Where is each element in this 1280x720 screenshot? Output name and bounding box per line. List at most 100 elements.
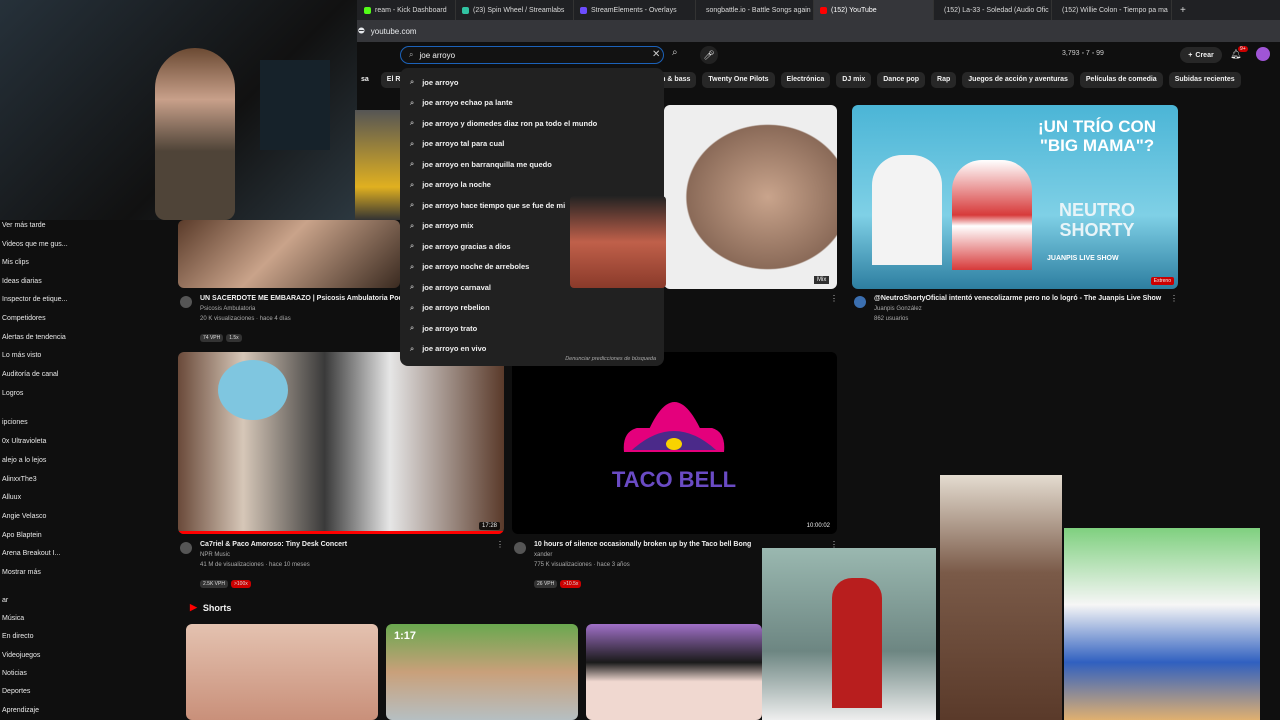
search-suggestion[interactable]: ⌕ joe arroyo echao pa lante: [400, 93, 664, 114]
sidebar-item[interactable]: Lo más visto: [2, 348, 41, 362]
video-channel-3[interactable]: NPR Music: [200, 552, 230, 558]
video-thumbnail-1[interactable]: [178, 220, 400, 288]
video-channel-4[interactable]: xander: [534, 552, 552, 558]
video-title-4[interactable]: 10 hours of silence occasionally broken …: [534, 541, 751, 548]
sidebar-item[interactable]: Videojuegos: [2, 648, 40, 662]
channel-avatar[interactable]: [180, 296, 192, 308]
thumbnail-overlay-text-3: JUANPIS LIVE SHOW: [1047, 255, 1119, 262]
search-suggestion[interactable]: ⌕ joe arroyo trato: [400, 318, 664, 339]
address-text[interactable]: youtube.com: [371, 27, 417, 36]
filter-chip[interactable]: Películas de comedia: [1079, 72, 1163, 88]
sidebar-item[interactable]: ar: [2, 593, 8, 607]
streamer-figure: [155, 48, 235, 220]
sidebar-item[interactable]: Logros: [2, 386, 23, 400]
sidebar-item[interactable]: Auditoría de canal: [2, 367, 58, 381]
create-button[interactable]: + Crear: [1180, 47, 1222, 63]
sidebar-item[interactable]: Arena Breakout I...: [2, 546, 60, 560]
sidebar-item[interactable]: Angie Velasco: [2, 509, 46, 523]
filter-chip[interactable]: Subidas recientes: [1168, 72, 1241, 88]
video-title-2[interactable]: @NeutroShortyOficial intentó venecolizar…: [874, 295, 1161, 302]
video-channel-2[interactable]: Juanpis González: [874, 306, 922, 312]
filter-chip[interactable]: Juegos de acción y aventuras: [962, 72, 1074, 88]
channel-avatar[interactable]: [854, 296, 866, 308]
browser-tab[interactable]: ream - Kick Dashboard: [358, 0, 456, 20]
filter-chip[interactable]: sa: [355, 72, 375, 88]
sidebar-item[interactable]: 0x Ultravioleta: [2, 434, 46, 448]
search-suggestion[interactable]: ⌕ joe arroyo tal para cual: [400, 134, 664, 155]
taco-bell-logo-icon: TACO BELL: [612, 402, 736, 492]
sidebar-item-label: Alertas de tendencia: [2, 333, 66, 341]
sidebar-item[interactable]: Alluux: [2, 490, 21, 504]
sidebar-item[interactable]: En directo: [2, 629, 34, 643]
more-options-icon[interactable]: ⋮: [830, 294, 838, 303]
suggestion-label: joe arroyo la noche: [422, 180, 491, 190]
shorts-section-title: ▶ Shorts: [190, 602, 232, 613]
browser-tab[interactable]: (152) Willie Colon - Tiempo pa ma: [1052, 0, 1172, 20]
filter-chip[interactable]: Rap: [931, 72, 957, 88]
sidebar-item-label: Arena Breakout I...: [2, 549, 61, 557]
search-suggestion[interactable]: ⌕ joe arroyo: [400, 72, 664, 93]
sidebar-item[interactable]: Mostrar más: [2, 565, 41, 579]
video-thumbnail-4[interactable]: TACO BELL 10:00:02: [512, 352, 837, 534]
short-thumbnail-2[interactable]: 1:17: [386, 624, 578, 720]
search-suggestion[interactable]: ⌕ joe arroyo rebelion: [400, 298, 664, 319]
video-title-3[interactable]: Ca7riel & Paco Amoroso: Tiny Desk Concer…: [200, 541, 347, 548]
video-thumbnail-3[interactable]: 17:28: [178, 352, 504, 534]
video-channel-1[interactable]: Psicosis Ambulatoria: [200, 306, 255, 312]
sidebar-item[interactable]: Ideas diarias: [2, 274, 42, 288]
more-options-icon[interactable]: ⋮: [1170, 294, 1178, 303]
sidebar-item[interactable]: AlinxxThe3: [2, 472, 37, 486]
short-thumbnail-1[interactable]: [186, 624, 378, 720]
sidebar-item-label: Mostrar más: [2, 568, 41, 576]
more-options-icon[interactable]: ⋮: [496, 540, 504, 549]
video-thumbnail-mix[interactable]: [664, 105, 837, 289]
sidebar-item[interactable]: alejo a lo lejos: [2, 453, 46, 467]
search-suggestion[interactable]: ⌕ joe arroyo la noche: [400, 175, 664, 196]
video-title-1[interactable]: UN SACERDOTE ME EMBARAZO | Psicosis Ambu…: [200, 295, 403, 302]
browser-tab[interactable]: StreamElements - Overlays: [574, 0, 696, 20]
sidebar-item-label: Alluux: [2, 493, 22, 501]
avatar[interactable]: [1256, 47, 1270, 61]
sidebar-item-label: ar: [2, 596, 9, 604]
browser-tab[interactable]: (23) Spin Wheel / Streamlabs: [456, 0, 574, 20]
sidebar-item[interactable]: ipciones: [2, 415, 28, 429]
sidebar-item[interactable]: Apo Blaptein: [2, 528, 42, 542]
search-suggestion[interactable]: ⌕ joe arroyo y diomedes diaz ron pa todo …: [400, 113, 664, 134]
video-badges-3: 2.5K VPH >100x: [200, 572, 254, 590]
sidebar-item[interactable]: Deportes: [2, 684, 30, 698]
clear-search-icon[interactable]: ✕: [652, 49, 660, 60]
browser-tab[interactable]: songbattle.io - Battle Songs again: [696, 0, 814, 20]
search-suggestion[interactable]: ⌕ joe arroyo en barranquilla me quedo: [400, 154, 664, 175]
suggestion-label: joe arroyo: [422, 77, 459, 87]
premiere-badge: Estreno: [1150, 277, 1174, 285]
sidebar-item[interactable]: Competidores: [2, 311, 46, 325]
sidebar-item[interactable]: Alertas de tendencia: [2, 330, 66, 344]
search-button-icon[interactable]: ⌕: [672, 47, 678, 58]
sidebar-item[interactable]: Aprendizaje: [2, 703, 39, 717]
search-input[interactable]: ⌕ joe arroyo: [400, 46, 664, 64]
browser-tab[interactable]: (152) YouTube: [814, 0, 934, 20]
filter-chip[interactable]: Twenty One Pilots: [702, 72, 775, 88]
sidebar-item[interactable]: Mis clips: [2, 255, 29, 269]
browser-tab[interactable]: (152) La-33 - Soledad (Audio Ofic: [934, 0, 1052, 20]
sidebar-item[interactable]: Música: [2, 611, 24, 625]
sidebar-item[interactable]: Noticias: [2, 666, 27, 680]
video-thumbnail-2[interactable]: ¡UN TRÍO CON "BIG MAMA"? NEUTRO SHORTY J…: [852, 105, 1178, 289]
channel-avatar[interactable]: [514, 542, 526, 554]
short-thumbnail-3[interactable]: [586, 624, 762, 720]
new-tab-icon[interactable]: +: [1180, 5, 1186, 16]
sidebar-item[interactable]: Ver más tarde: [2, 218, 46, 232]
svg-text:TACO BELL: TACO BELL: [612, 467, 736, 492]
person-figure: [952, 160, 1032, 270]
microphone-icon[interactable]: 🎤︎: [700, 46, 718, 64]
sidebar-item[interactable]: Videos que me gus...: [2, 237, 68, 251]
filter-chip[interactable]: Dance pop: [877, 72, 926, 88]
tab-favicon-icon: [364, 6, 371, 14]
sidebar-item[interactable]: Inspector de etique...: [2, 292, 67, 306]
search-icon: ⌕: [410, 77, 415, 87]
filter-chip[interactable]: Electrónica: [780, 72, 831, 88]
suggestion-label: joe arroyo gracias a dios: [422, 241, 511, 251]
channel-avatar[interactable]: [180, 542, 192, 554]
report-predictions-link[interactable]: Denunciar predicciones de búsqueda: [565, 356, 656, 362]
filter-chip[interactable]: DJ mix: [836, 72, 872, 88]
